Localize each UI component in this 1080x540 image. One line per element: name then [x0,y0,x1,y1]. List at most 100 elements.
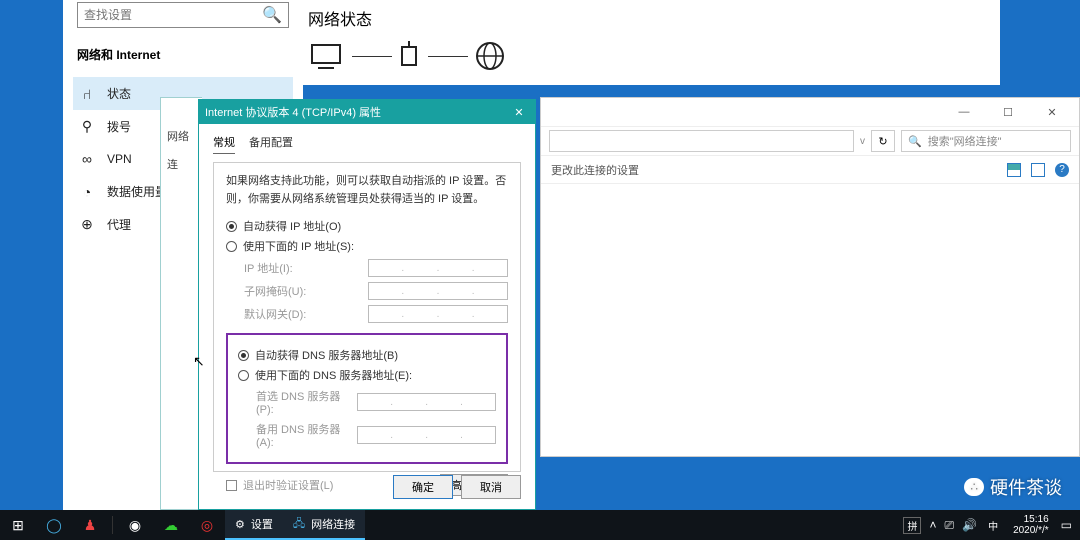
field-dns-preferred: 首选 DNS 服务器(P): ... [256,388,496,416]
taskbar-app-label: 网络连接 [311,516,355,532]
adapter-window-strip [161,98,202,122]
taskbar-settings-app[interactable]: ⚙ 设置 [225,510,283,540]
sidebar-item-label: 数据使用量 [107,183,167,200]
settings-category: 网络和 Internet [73,42,293,77]
field-ip-address: IP 地址(I): ... [244,259,508,277]
taskbar-app-label: 设置 [251,516,273,532]
close-button[interactable]: ✕ [1035,101,1069,123]
radio-label: 使用下面的 IP 地址(S): [243,238,354,254]
page-title: 网络状态 [308,6,992,30]
notification-icon[interactable]: ▭ [1061,518,1072,532]
network-icon: 🖧 [293,515,305,534]
radio-dns-auto[interactable]: 自动获得 DNS 服务器地址(B) [238,347,496,363]
ip-address-input[interactable]: ... [368,259,508,277]
settings-main: 网络状态 [300,0,1000,85]
sidebar-item-label: 拨号 [107,118,131,135]
gear-icon: ⚙ [235,518,245,531]
taskbar-network-app[interactable]: 🖧 网络连接 [283,510,365,540]
tab-alternate[interactable]: 备用配置 [249,134,293,154]
gateway-input[interactable]: ... [368,305,508,323]
view-toggle-2[interactable] [1031,163,1045,177]
settings-search-input[interactable] [84,8,262,22]
ime-lang-indicator[interactable]: 中 [985,518,1001,533]
under-label-2: 连 [161,150,202,178]
dns-preferred-input[interactable]: ... [357,393,496,411]
explorer-toolbar: 更改此连接的设置 ? [541,156,1079,184]
tray-network-icon[interactable]: ⎚ [945,518,955,533]
taskbar-clock[interactable]: 15:16 2020/*/* [1009,514,1053,536]
cancel-button[interactable]: 取消 [461,475,521,499]
radio-icon [238,350,249,361]
clock-date: 2020/*/* [1013,525,1049,536]
checkbox-icon [226,480,237,491]
address-field[interactable] [549,130,854,152]
view-toggle-1[interactable] [1007,163,1021,177]
taskbar-netease-icon[interactable]: ◎ [189,510,225,540]
taskbar-chrome-icon[interactable]: ◉ [117,510,153,540]
vpn-icon: ∞ [79,151,95,167]
toolbar-change-settings[interactable]: 更改此连接的设置 [551,162,639,178]
dialog-close-button[interactable]: ✕ [509,106,529,119]
under-label-1: 网络 [161,122,202,150]
dialog-footer: 确定 取消 [393,475,521,499]
maximize-button[interactable]: ☐ [991,101,1025,123]
taskbar: ⊞ ◯ ♟ ◉ ☁ ◎ ⚙ 设置 🖧 网络连接 拼 ˄ ⎚ 🔊 中 15:16 … [0,510,1080,540]
ok-button[interactable]: 确定 [393,475,453,499]
tray-up-icon[interactable]: ˄ [929,518,936,532]
search-icon: 🔍 [262,5,282,25]
explorer-search-placeholder: 搜索"网络连接" [928,133,1002,149]
radio-dns-manual[interactable]: 使用下面的 DNS 服务器地址(E): [238,367,496,383]
ime-indicator[interactable]: 拼 [903,517,921,534]
dialog-tabs: 常规 备用配置 [213,134,521,154]
ipv4-properties-dialog: Internet 协议版本 4 (TCP/IPv4) 属性 ✕ 常规 备用配置 … [198,99,536,510]
explorer-search[interactable]: 🔍 搜索"网络连接" [901,130,1071,152]
radio-label: 使用下面的 DNS 服务器地址(E): [255,367,412,383]
watermark-text: 硬件茶谈 [990,474,1062,500]
tray-volume-icon[interactable]: 🔊 [962,518,977,532]
radio-ip-auto[interactable]: 自动获得 IP 地址(O) [226,218,508,234]
field-subnet: 子网掩码(U): ... [244,282,508,300]
minimize-button[interactable]: — [947,101,981,123]
pc-icon [308,41,346,71]
field-label: 子网掩码(U): [244,283,306,299]
settings-search[interactable]: 🔍 [77,2,289,28]
field-gateway: 默认网关(D): ... [244,305,508,323]
proxy-icon: ⊕ [79,217,95,233]
taskbar-wechat-icon[interactable]: ☁ [153,510,189,540]
adapter-window-edge: 网络 连 [160,97,202,510]
start-button[interactable]: ⊞ [0,510,36,540]
network-diagram [308,40,992,72]
search-icon: 🔍 [908,135,922,148]
taskbar-right: 拼 ˄ ⎚ 🔊 中 15:16 2020/*/* ▭ [903,514,1080,536]
globe-icon [474,40,506,72]
sidebar-item-label: 代理 [107,216,131,233]
refresh-button[interactable]: ↻ [871,130,895,152]
explorer-address-bar: v ↻ 🔍 搜索"网络连接" [541,126,1079,156]
radio-label: 自动获得 DNS 服务器地址(B) [255,347,398,363]
taskbar-app-icon[interactable]: ◯ [36,510,72,540]
taskbar-left: ⊞ ◯ ♟ ◉ ☁ ◎ ⚙ 设置 🖧 网络连接 [0,510,365,540]
dialog-title: Internet 协议版本 4 (TCP/IPv4) 属性 [205,104,381,120]
wechat-icon: ∴ [964,478,984,496]
radio-icon [238,370,249,381]
radio-ip-manual[interactable]: 使用下面的 IP 地址(S): [226,238,508,254]
taskbar-app-icon[interactable]: ♟ [72,510,108,540]
sidebar-item-label: VPN [107,152,132,166]
checkbox-label: 退出时验证设置(L) [243,477,333,493]
dialog-titlebar[interactable]: Internet 协议版本 4 (TCP/IPv4) 属性 ✕ [199,100,535,124]
address-dropdown-icon[interactable]: v [860,136,865,147]
clock-time: 15:16 [1013,514,1049,525]
field-label: IP 地址(I): [244,260,293,276]
sidebar-item-label: 状态 [107,85,131,102]
dialog-description: 如果网络支持此功能，则可以获取自动指派的 IP 设置。否则，你需要从网络系统管理… [226,173,508,208]
status-icon: ⑁ [79,86,95,102]
watermark: ∴ 硬件茶谈 [964,474,1062,500]
tab-general[interactable]: 常规 [213,134,235,154]
dns-alternate-input[interactable]: ... [357,426,496,444]
radio-label: 自动获得 IP 地址(O) [243,218,341,234]
help-icon[interactable]: ? [1055,163,1069,177]
data-icon: ◔ [79,184,95,200]
dialog-group-box: 如果网络支持此功能，则可以获取自动指派的 IP 设置。否则，你需要从网络系统管理… [213,162,521,472]
subnet-input[interactable]: ... [368,282,508,300]
router-icon [398,41,422,71]
